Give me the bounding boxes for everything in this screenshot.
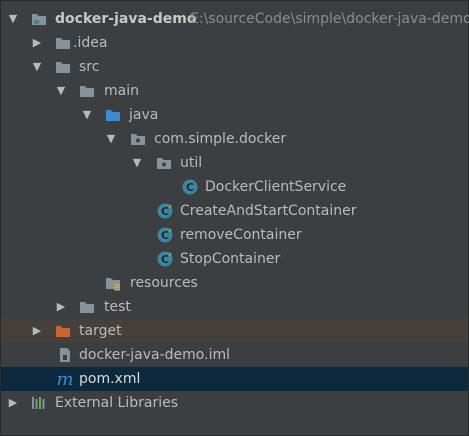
excluded-folder-icon [55, 323, 71, 339]
tree-node-label: DockerClientService [205, 179, 347, 195]
svg-text:C: C [161, 205, 169, 218]
tree-node-iml-file[interactable]: docker-java-demo.iml [1, 343, 468, 367]
folder-icon [79, 83, 95, 99]
tree-node-target[interactable]: ▶ target [1, 319, 468, 343]
chevron-down-icon[interactable]: ▼ [55, 84, 67, 98]
tree-node-util[interactable]: ▼ util [1, 151, 468, 175]
chevron-down-icon[interactable]: ▼ [81, 108, 93, 122]
module-folder-icon [31, 11, 47, 27]
tree-node-java[interactable]: ▼ java [1, 103, 468, 127]
tree-node-resources[interactable]: resources [1, 271, 468, 295]
source-root-folder-icon [105, 107, 121, 123]
chevron-right-icon[interactable]: ▶ [31, 324, 43, 338]
tree-node-stop-container[interactable]: C StopContainer [1, 247, 468, 271]
project-name: docker-java-demo [55, 11, 197, 27]
svg-text:C: C [161, 253, 169, 266]
java-class-icon: C [157, 251, 173, 267]
tree-node-label: java [129, 107, 159, 123]
tree-node-docker-client-service[interactable]: C DockerClientService [1, 175, 468, 199]
chevron-down-icon[interactable]: ▼ [131, 156, 143, 170]
chevron-down-icon[interactable]: ▼ [31, 60, 43, 74]
chevron-right-icon[interactable]: ▶ [55, 300, 67, 314]
package-icon [130, 131, 146, 147]
svg-text:m: m [56, 371, 73, 387]
tree-node-remove-container[interactable]: C removeContainer [1, 223, 468, 247]
tree-node-label: docker-java-demo.iml [79, 347, 230, 363]
tree-node-create-and-start-container[interactable]: C CreateAndStartContainer [1, 199, 468, 223]
maven-pom-icon: m [56, 371, 74, 387]
resources-folder-icon [105, 275, 121, 291]
svg-text:C: C [186, 181, 194, 194]
tree-node-src[interactable]: ▼ src [1, 55, 468, 79]
package-icon [156, 155, 172, 171]
project-path: E:\sourceCode\simple\docker-java-demo [190, 11, 469, 27]
tree-node-label: src [79, 59, 100, 75]
chevron-down-icon[interactable]: ▼ [7, 12, 19, 26]
tree-node-package[interactable]: ▼ com.simple.docker [1, 127, 468, 151]
tree-node-label: pom.xml [79, 371, 141, 387]
tree-node-label: .idea [73, 35, 108, 51]
tree-node-label: StopContainer [180, 251, 281, 267]
tree-node-label: test [104, 299, 131, 315]
tree-node-main[interactable]: ▼ main [1, 79, 468, 103]
folder-icon [79, 299, 95, 315]
iml-file-icon [57, 347, 73, 363]
tree-node-label: main [104, 83, 139, 99]
tree-node-external-libraries[interactable]: ▶ External Libraries [1, 391, 468, 415]
tree-node-label: CreateAndStartContainer [180, 203, 357, 219]
tree-node-test[interactable]: ▶ test [1, 295, 468, 319]
tree-node-label: util [180, 155, 203, 171]
svg-text:C: C [161, 229, 169, 242]
tree-node-label: removeContainer [180, 227, 302, 243]
project-tool-window: ▼ docker-java-demo E:\sourceCode\simple\… [0, 0, 469, 436]
java-class-icon: C [182, 179, 198, 195]
tree-node-pom-file[interactable]: m pom.xml [1, 367, 468, 391]
java-class-icon: C [157, 203, 173, 219]
tree-node-label: target [79, 323, 122, 339]
tree-node-label: External Libraries [55, 395, 178, 411]
java-class-icon: C [157, 227, 173, 243]
tree-node-idea[interactable]: ▶ .idea [1, 31, 468, 55]
tree-node-label: resources [130, 275, 198, 291]
tree-node-label: com.simple.docker [154, 131, 287, 147]
folder-icon [55, 59, 71, 75]
chevron-right-icon[interactable]: ▶ [31, 36, 43, 50]
libraries-icon [31, 395, 47, 411]
chevron-right-icon[interactable]: ▶ [7, 396, 19, 410]
folder-icon [55, 35, 71, 51]
tree-node-root[interactable]: ▼ docker-java-demo E:\sourceCode\simple\… [1, 7, 469, 31]
chevron-down-icon[interactable]: ▼ [105, 132, 117, 146]
